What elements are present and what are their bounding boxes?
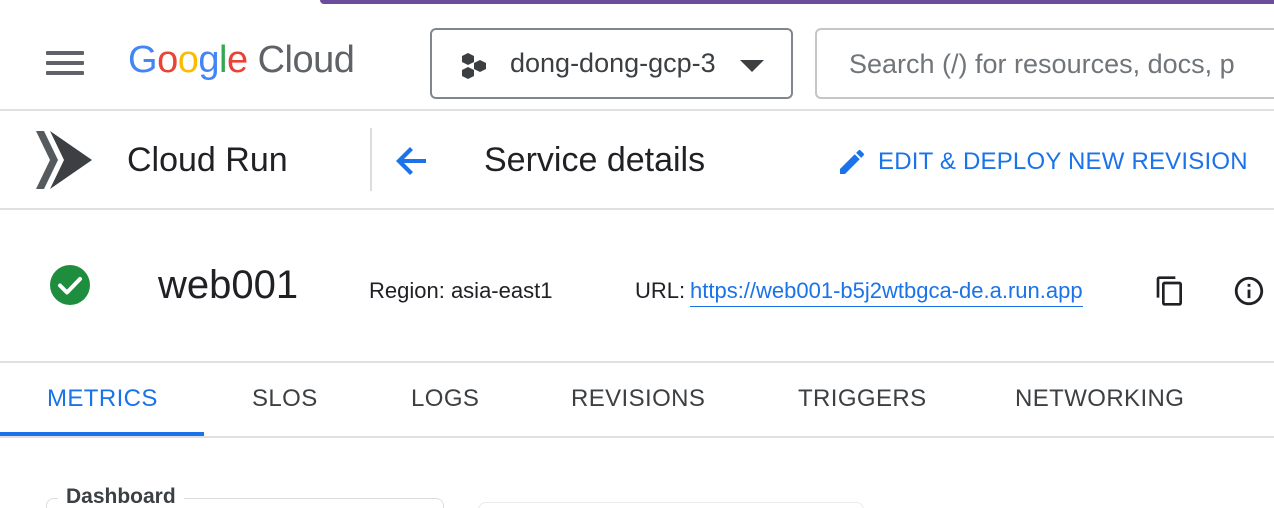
url-label: URL:: [635, 278, 686, 303]
tab-metrics[interactable]: METRICS: [47, 385, 158, 413]
main-menu-button[interactable]: [46, 51, 86, 77]
menu-icon-line: [46, 51, 84, 55]
dashboard-label: Dashboard: [58, 485, 184, 508]
tab-logs[interactable]: LOGS: [411, 385, 479, 413]
service-header-bar: Cloud Run Service details EDIT & DEPLOY …: [0, 111, 1274, 210]
service-name: web001: [158, 263, 299, 307]
dropdown-caret-icon: [740, 60, 764, 72]
tab-networking[interactable]: NETWORKING: [1015, 385, 1184, 413]
google-cloud-logo[interactable]: Google Cloud: [128, 39, 355, 82]
page-title: Service details: [484, 141, 706, 179]
edit-deploy-label: EDIT & DEPLOY NEW REVISION: [878, 148, 1248, 175]
service-region: Region: asia-east1: [369, 278, 553, 303]
back-arrow-icon[interactable]: [392, 141, 432, 181]
copy-icon[interactable]: [1154, 274, 1186, 308]
menu-icon-line: [46, 61, 84, 65]
secondary-card: [478, 502, 864, 508]
tab-slos[interactable]: SLOS: [252, 385, 318, 413]
active-tab-indicator: [0, 432, 204, 436]
project-picker[interactable]: dong-dong-gcp-3: [430, 28, 793, 99]
tab-triggers[interactable]: TRIGGERS: [798, 385, 927, 413]
edit-deploy-button[interactable]: EDIT & DEPLOY NEW REVISION: [836, 143, 1248, 181]
project-name: dong-dong-gcp-3: [510, 48, 716, 78]
search-input[interactable]: [849, 44, 1274, 84]
logo-product-text: Cloud: [257, 39, 355, 81]
search-box[interactable]: [815, 28, 1274, 99]
check-circle-icon: [50, 265, 90, 305]
header-divider: [370, 128, 372, 191]
project-hexagons-icon: [462, 53, 486, 79]
product-name: Cloud Run: [127, 141, 288, 179]
cloud-run-logo-icon: [36, 131, 92, 189]
menu-icon-line: [46, 71, 84, 75]
top-app-bar: Google Cloud dong-dong-gcp-3: [0, 14, 1274, 111]
service-url-link[interactable]: https://web001-b5j2wtbgca-de.a.run.app: [690, 278, 1083, 307]
pencil-icon: [840, 149, 865, 174]
info-icon[interactable]: [1232, 274, 1266, 308]
tab-bar: METRICS SLOS LOGS REVISIONS TRIGGERS NET…: [0, 363, 1274, 438]
tab-revisions[interactable]: REVISIONS: [571, 385, 705, 413]
top-accent-bar: [320, 0, 1274, 4]
service-info-row: web001 Region: asia-east1 URL: https://w…: [0, 210, 1274, 363]
